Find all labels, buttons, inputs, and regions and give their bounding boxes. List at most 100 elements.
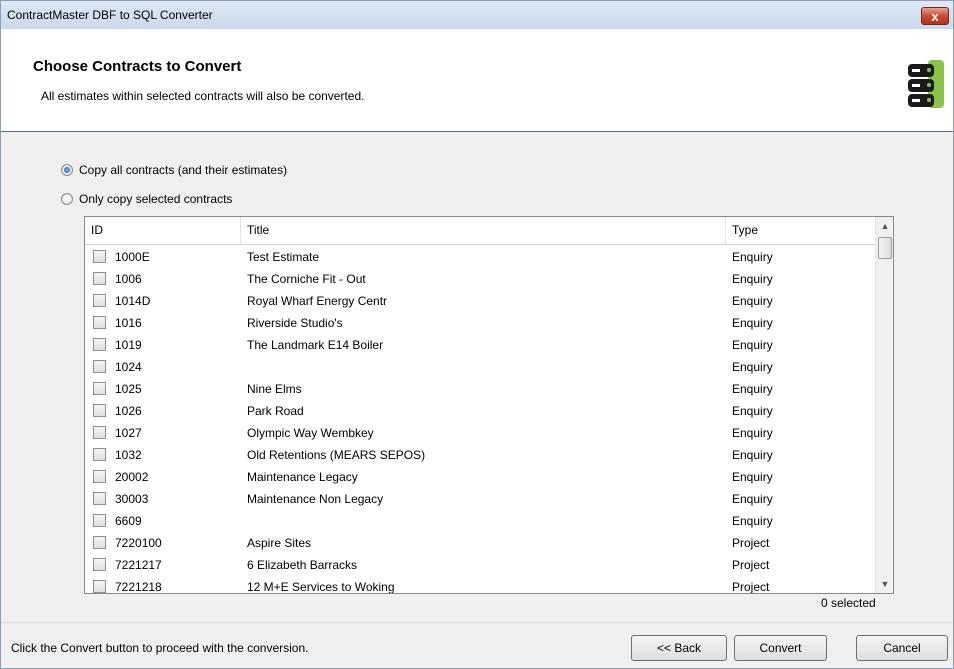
row-id: 1006 xyxy=(115,272,142,286)
copy-all-radio[interactable]: Copy all contracts (and their estimates) xyxy=(61,163,287,177)
row-type: Enquiry xyxy=(732,448,773,462)
column-header-title[interactable]: Title xyxy=(241,217,726,244)
row-id: 30003 xyxy=(115,492,149,506)
footer-hint: Click the Convert button to proceed with… xyxy=(11,641,309,655)
row-type: Enquiry xyxy=(732,382,773,396)
row-checkbox[interactable] xyxy=(93,250,106,263)
row-checkbox[interactable] xyxy=(93,536,106,549)
row-id: 1027 xyxy=(115,426,142,440)
row-checkbox[interactable] xyxy=(93,492,106,505)
row-title: Test Estimate xyxy=(247,250,320,264)
contracts-list[interactable]: ID Title Type 1000E Test Estimate Enquiry 1… xyxy=(84,216,894,594)
column-header-type[interactable]: Type xyxy=(726,217,875,244)
row-id: 1026 xyxy=(115,404,142,418)
table-row[interactable]: 1024 Enquiry xyxy=(85,356,875,378)
back-button[interactable]: << Back xyxy=(631,635,727,661)
convert-button[interactable]: Convert xyxy=(734,635,827,661)
scroll-thumb[interactable] xyxy=(878,237,892,259)
row-type: Enquiry xyxy=(732,316,773,330)
row-checkbox[interactable] xyxy=(93,404,106,417)
scroll-up-icon[interactable]: ▲ xyxy=(876,217,893,235)
copy-selected-radio[interactable]: Only copy selected contracts xyxy=(61,192,232,206)
footer-divider xyxy=(1,622,953,623)
window-title: ContractMaster DBF to SQL Converter xyxy=(7,8,213,22)
row-type: Enquiry xyxy=(732,272,773,286)
table-row[interactable]: 6609 Enquiry xyxy=(85,510,875,532)
copy-selected-label: Only copy selected contracts xyxy=(79,192,233,206)
table-row[interactable]: 1032 Old Retentions (MEARS SEPOS) Enquiry xyxy=(85,444,875,466)
table-row[interactable]: 1025 Nine Elms Enquiry xyxy=(85,378,875,400)
table-row[interactable]: 1016 Riverside Studio's Enquiry xyxy=(85,312,875,334)
table-row[interactable]: 1014D Royal Wharf Energy Centr Enquiry xyxy=(85,290,875,312)
row-id: 1024 xyxy=(115,360,142,374)
row-type: Enquiry xyxy=(732,360,773,374)
row-type: Enquiry xyxy=(732,426,773,440)
radio-unselected-icon[interactable] xyxy=(61,193,73,205)
row-checkbox[interactable] xyxy=(93,470,106,483)
title-bar[interactable]: ContractMaster DBF to SQL Converter x xyxy=(1,1,953,29)
row-checkbox[interactable] xyxy=(93,338,106,351)
list-header: ID Title Type xyxy=(85,217,875,245)
row-checkbox[interactable] xyxy=(93,382,106,395)
row-id: 1025 xyxy=(115,382,142,396)
page-title: Choose Contracts to Convert xyxy=(33,58,242,75)
row-id: 20002 xyxy=(115,470,149,484)
table-row[interactable]: 7221218 12 M+E Services to Woking Project xyxy=(85,576,875,594)
scroll-down-icon[interactable]: ▼ xyxy=(876,575,893,593)
converter-window: ContractMaster DBF to SQL Converter x Ch… xyxy=(0,0,954,669)
row-checkbox[interactable] xyxy=(93,272,106,285)
vertical-scrollbar[interactable]: ▲ ▼ xyxy=(875,217,893,593)
row-checkbox[interactable] xyxy=(93,448,106,461)
table-row[interactable]: 7220100 Aspire Sites Project xyxy=(85,532,875,554)
row-checkbox[interactable] xyxy=(93,294,106,307)
row-title: The Corniche Fit - Out xyxy=(247,272,366,286)
row-type: Enquiry xyxy=(732,338,773,352)
column-header-id[interactable]: ID xyxy=(85,217,241,244)
row-title: 12 M+E Services to Woking xyxy=(247,580,395,594)
table-row[interactable]: 7221217 6 Elizabeth Barracks Project xyxy=(85,554,875,576)
row-checkbox[interactable] xyxy=(93,426,106,439)
row-type: Project xyxy=(732,580,770,594)
close-button[interactable]: x xyxy=(921,7,949,25)
row-checkbox[interactable] xyxy=(93,580,106,593)
row-checkbox[interactable] xyxy=(93,514,106,527)
row-id: 7220100 xyxy=(115,536,162,550)
row-type: Enquiry xyxy=(732,470,773,484)
row-type: Enquiry xyxy=(732,250,773,264)
row-type: Project xyxy=(732,558,770,572)
row-checkbox[interactable] xyxy=(93,360,106,373)
row-id: 6609 xyxy=(115,514,142,528)
row-title: Royal Wharf Energy Centr xyxy=(247,294,388,308)
table-row[interactable]: 20002 Maintenance Legacy Enquiry xyxy=(85,466,875,488)
row-type: Enquiry xyxy=(732,294,773,308)
row-title: Aspire Sites xyxy=(247,536,312,550)
row-title: Olympic Way Wembkey xyxy=(247,426,374,440)
copy-all-label: Copy all contracts (and their estimates) xyxy=(79,163,288,177)
row-title: 6 Elizabeth Barracks xyxy=(247,558,358,572)
row-id: 1032 xyxy=(115,448,142,462)
table-row[interactable]: 1026 Park Road Enquiry xyxy=(85,400,875,422)
table-row[interactable]: 1000E Test Estimate Enquiry xyxy=(85,246,875,268)
row-checkbox[interactable] xyxy=(93,316,106,329)
row-title: Old Retentions (MEARS SEPOS) xyxy=(247,448,426,462)
row-id: 7221217 xyxy=(115,558,162,572)
table-row[interactable]: 30003 Maintenance Non Legacy Enquiry xyxy=(85,488,875,510)
database-server-icon xyxy=(908,60,944,108)
row-type: Enquiry xyxy=(732,404,773,418)
row-type: Enquiry xyxy=(732,514,773,528)
row-checkbox[interactable] xyxy=(93,558,106,571)
radio-selected-icon[interactable] xyxy=(61,164,73,176)
table-row[interactable]: 1006 The Corniche Fit - Out Enquiry xyxy=(85,268,875,290)
row-title: The Landmark E14 Boiler xyxy=(247,338,384,352)
row-type: Project xyxy=(732,536,770,550)
cancel-button[interactable]: Cancel xyxy=(856,635,948,661)
row-id: 1019 xyxy=(115,338,142,352)
row-title: Riverside Studio's xyxy=(247,316,343,330)
row-title: Nine Elms xyxy=(247,382,302,396)
row-id: 1014D xyxy=(115,294,151,308)
list-rows: 1000E Test Estimate Enquiry 1006 The Cornich… xyxy=(85,246,875,594)
selected-count: 0 selected xyxy=(821,596,876,610)
table-row[interactable]: 1019 The Landmark E14 Boiler Enquiry xyxy=(85,334,875,356)
row-type: Enquiry xyxy=(732,492,773,506)
table-row[interactable]: 1027 Olympic Way Wembkey Enquiry xyxy=(85,422,875,444)
